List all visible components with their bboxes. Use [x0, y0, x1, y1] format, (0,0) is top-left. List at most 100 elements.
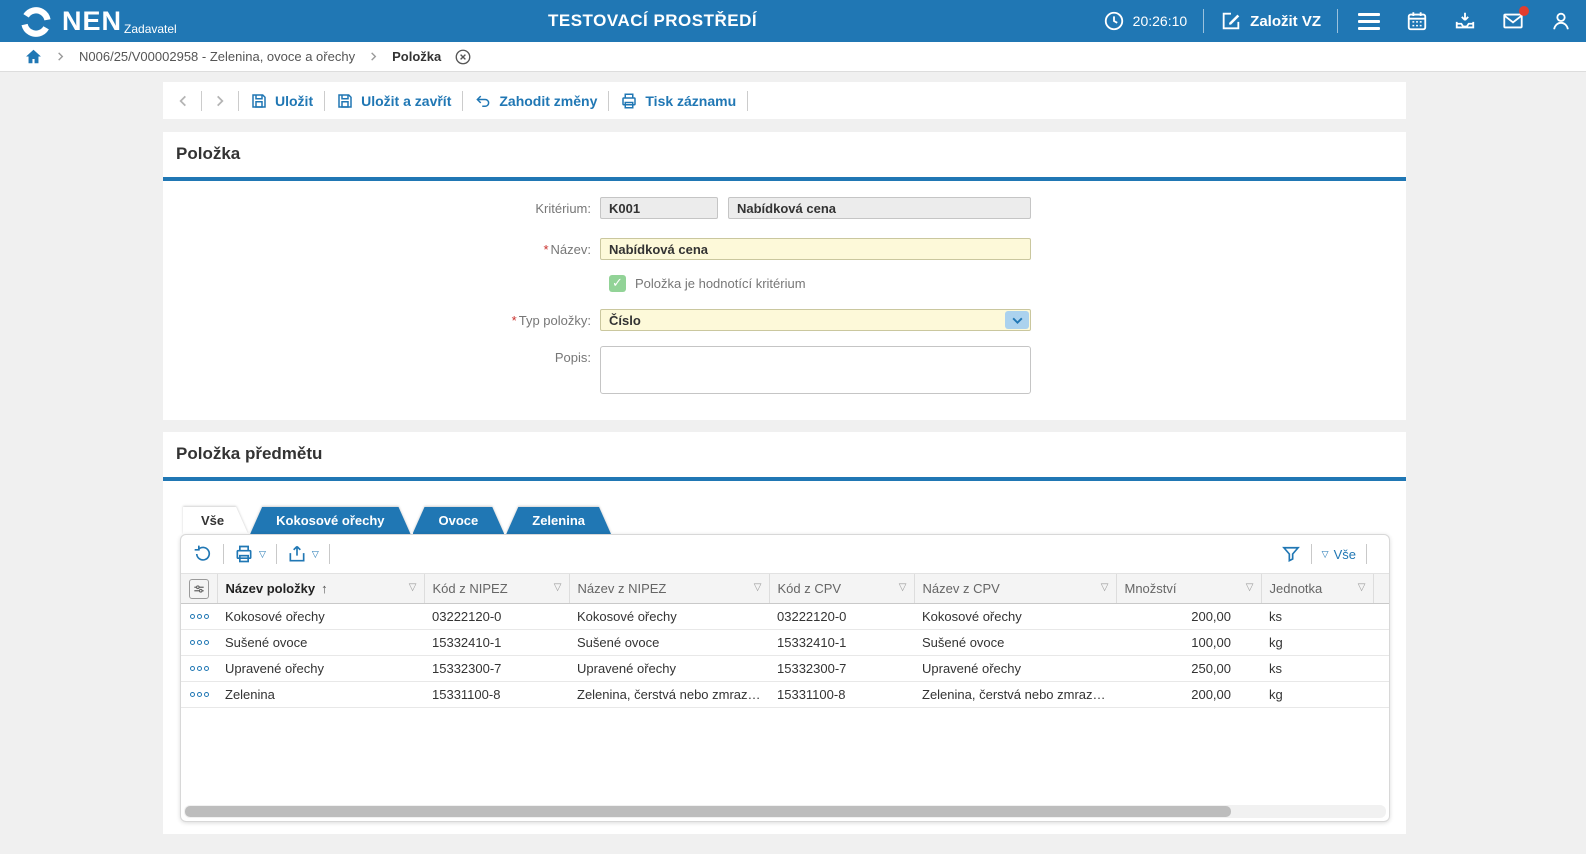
- divider: [201, 91, 202, 111]
- clock: 20:26:10: [1103, 10, 1188, 32]
- filter-funnel-icon[interactable]: [1281, 544, 1301, 564]
- save-button[interactable]: Uložit: [250, 92, 313, 110]
- criterion-name-field[interactable]: [728, 197, 1031, 219]
- criterion-row: Kritérium:: [163, 197, 1406, 219]
- user-profile-button[interactable]: [1550, 10, 1572, 32]
- tab-zelenina[interactable]: Zelenina: [506, 507, 611, 534]
- calendar-icon: [1406, 10, 1428, 32]
- item-type-select[interactable]: [600, 309, 1031, 331]
- col-nazev-nipez[interactable]: Název z NIPEZ▽: [569, 574, 769, 604]
- criterion-code-field[interactable]: [600, 197, 718, 219]
- row-menu-icon[interactable]: [189, 666, 209, 671]
- evaluation-criterion-label: Položka je hodnotící kritérium: [635, 276, 806, 291]
- create-vz-button[interactable]: Založit VZ: [1220, 10, 1321, 32]
- messages-button[interactable]: [1502, 10, 1524, 32]
- subject-items-section: Položka předmětu Vše Kokosové ořechy Ovo…: [163, 432, 1406, 834]
- nen-logo[interactable]: NEN Zadavatel: [18, 4, 177, 40]
- divider: [329, 544, 330, 564]
- evaluation-criterion-row: Položka je hodnotící kritérium: [163, 275, 1406, 292]
- item-type-row: *Typ položky:: [163, 309, 1406, 331]
- breadcrumb-current: Položka: [392, 49, 441, 64]
- tab-ovoce[interactable]: Ovoce: [413, 507, 505, 534]
- item-form-section: Položka Kritérium: *Název:: [163, 132, 1406, 420]
- floppy-icon: [336, 92, 354, 110]
- item-form: Kritérium: *Název: Položka je: [163, 181, 1406, 394]
- description-label: Popis:: [163, 346, 600, 365]
- divider: [324, 91, 325, 111]
- print-grid-icon[interactable]: [234, 544, 254, 564]
- horizontal-scrollbar[interactable]: [184, 805, 1386, 818]
- filter-preset-label[interactable]: Vše: [1334, 547, 1356, 562]
- scrollbar-thumb[interactable]: [185, 806, 1231, 817]
- table-row[interactable]: Upravené ořechy15332300-7 Upravené ořech…: [181, 656, 1390, 682]
- environment-title: TESTOVACÍ PROSTŘEDÍ: [548, 0, 757, 42]
- col-kod-nipez[interactable]: Kód z NIPEZ▽: [424, 574, 569, 604]
- edit-icon: [1220, 10, 1242, 32]
- divider: [1203, 9, 1204, 33]
- grid-toolbar: ▽ ▽ ▽ Vše: [181, 535, 1389, 573]
- name-row: *Název:: [163, 238, 1406, 260]
- previous-record-icon[interactable]: [176, 94, 190, 108]
- row-menu-icon[interactable]: [189, 640, 209, 645]
- divider: [747, 91, 748, 111]
- column-filter-icon[interactable]: ▽: [1358, 582, 1366, 593]
- tab-kokosove-orechy[interactable]: Kokosové ořechy: [250, 507, 410, 534]
- export-options-icon[interactable]: ▽: [312, 549, 319, 560]
- column-filter-icon[interactable]: ▽: [754, 582, 762, 593]
- main-content: Uložit Uložit a zavřít Zahodit změny: [0, 82, 1586, 834]
- column-filter-icon[interactable]: ▽: [1246, 582, 1254, 593]
- table-row[interactable]: Kokosové ořechy03222120-0 Kokosové ořech…: [181, 604, 1390, 630]
- col-nazev-cpv[interactable]: Název z CPV▽: [914, 574, 1116, 604]
- undo-icon: [474, 92, 492, 110]
- download-tray-icon: [1454, 10, 1476, 32]
- name-label: *Název:: [163, 238, 600, 257]
- required-asterisk: *: [543, 242, 548, 257]
- export-icon[interactable]: [287, 544, 307, 564]
- table-row[interactable]: Sušené ovoce15332410-1 Sušené ovoce15332…: [181, 630, 1390, 656]
- calendar-button[interactable]: [1406, 10, 1428, 32]
- inbox-button[interactable]: [1454, 10, 1476, 32]
- page: NEN Zadavatel TESTOVACÍ PROSTŘEDÍ 20:26:…: [0, 0, 1586, 854]
- description-field[interactable]: [600, 346, 1031, 394]
- table-row[interactable]: Zelenina15331100-8 Zelenina, čerstvá neb…: [181, 682, 1390, 708]
- item-type-value[interactable]: [600, 309, 1031, 331]
- current-time: 20:26:10: [1133, 13, 1188, 29]
- col-jednotka[interactable]: Jednotka▽: [1261, 574, 1373, 604]
- refresh-icon[interactable]: [193, 544, 213, 564]
- divider: [608, 91, 609, 111]
- home-icon[interactable]: [25, 48, 42, 65]
- column-filter-icon[interactable]: ▽: [1101, 582, 1109, 593]
- row-menu-icon[interactable]: [189, 692, 209, 697]
- breadcrumb-item[interactable]: N006/25/V00002958 - Zelenina, ovoce a oř…: [79, 49, 355, 64]
- col-mnozstvi[interactable]: Množství▽: [1116, 574, 1261, 604]
- row-menu-icon[interactable]: [189, 614, 209, 619]
- required-asterisk: *: [512, 313, 517, 328]
- evaluation-criterion-checkbox[interactable]: [609, 275, 626, 292]
- column-filter-icon[interactable]: ▽: [899, 582, 907, 593]
- next-record-icon[interactable]: [213, 94, 227, 108]
- save-and-close-button[interactable]: Uložit a zavřít: [336, 92, 451, 110]
- close-tab-icon[interactable]: [454, 48, 472, 66]
- column-filter-icon[interactable]: ▽: [409, 582, 417, 593]
- item-type-dropdown-button[interactable]: [1005, 311, 1029, 329]
- divider: [238, 91, 239, 111]
- top-header-bar: NEN Zadavatel TESTOVACÍ PROSTŘEDÍ 20:26:…: [0, 0, 1586, 42]
- name-field[interactable]: [600, 238, 1031, 260]
- divider: [1311, 544, 1312, 564]
- col-nazev-polozky[interactable]: Název položky↑ ▽: [217, 574, 424, 604]
- menu-icon[interactable]: [1358, 13, 1380, 30]
- tab-vse[interactable]: Vše: [183, 507, 248, 534]
- col-kod-cpv[interactable]: Kód z CPV▽: [769, 574, 914, 604]
- divider: [462, 91, 463, 111]
- divider: [276, 544, 277, 564]
- discard-changes-button[interactable]: Zahodit změny: [474, 92, 597, 110]
- filter-preset-icon[interactable]: ▽: [1322, 549, 1329, 560]
- sort-asc-icon: ↑: [321, 581, 328, 596]
- nen-logo-icon: [18, 4, 54, 40]
- column-settings-icon[interactable]: [189, 579, 209, 599]
- column-filter-icon[interactable]: ▽: [554, 582, 562, 593]
- print-record-button[interactable]: Tisk záznamu: [620, 92, 736, 110]
- chevron-right-icon: [55, 51, 66, 62]
- section-rule: [163, 477, 1406, 481]
- print-options-icon[interactable]: ▽: [259, 549, 266, 560]
